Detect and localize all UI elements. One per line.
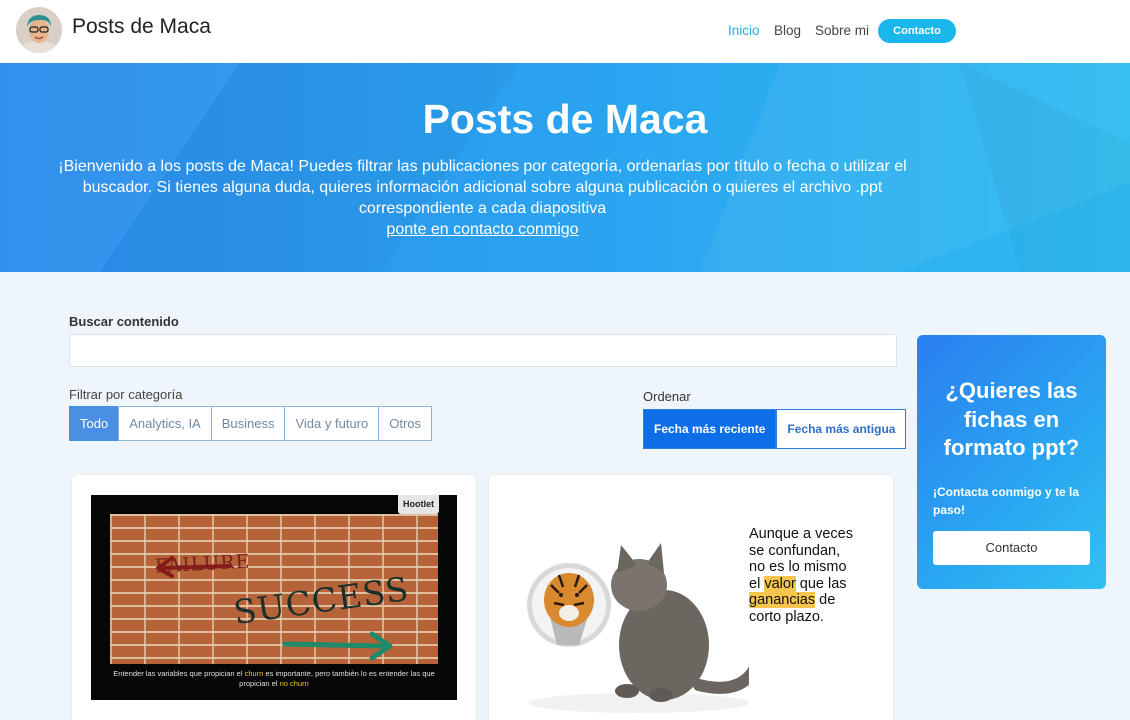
caption-highlight-churn: churn bbox=[244, 669, 264, 678]
avatar[interactable] bbox=[16, 7, 62, 53]
post-image-quote: Aunque a veces se confundan, no es lo mi… bbox=[749, 526, 853, 625]
post-image-failure-success[interactable]: FAILURE SUCCESS Hootlet Entender las var… bbox=[91, 495, 457, 700]
quote-text: el bbox=[749, 575, 765, 592]
post-card[interactable]: Aunque a veces se confundan, no es lo mi… bbox=[489, 475, 893, 720]
search-label: Buscar contenido bbox=[69, 314, 179, 329]
hero-banner: Posts de Maca ¡Bienvenido a los posts de… bbox=[0, 63, 1130, 272]
filter-business[interactable]: Business bbox=[210, 406, 286, 441]
caption-highlight-no-churn: no churn bbox=[279, 679, 309, 688]
sort-newest-button[interactable]: Fecha más reciente bbox=[643, 409, 777, 449]
quote-highlight-valor: valor bbox=[764, 575, 796, 592]
site-brand[interactable]: Posts de Maca bbox=[72, 15, 211, 39]
sort-toggle: Fecha más reciente Fecha más antigua bbox=[643, 409, 907, 449]
cta-title: ¿Quieres las fichas en formato ppt? bbox=[943, 378, 1080, 460]
quote-text: de bbox=[815, 592, 836, 608]
navbar: Posts de Maca Inicio Blog Sobre mi Conta… bbox=[0, 0, 1130, 63]
kitten-mirror-illustration bbox=[527, 543, 749, 713]
hero-title: Posts de Maca bbox=[422, 96, 708, 142]
cta-contact-button[interactable]: Contacto bbox=[933, 531, 1090, 565]
hootlet-badge[interactable]: Hootlet bbox=[398, 495, 439, 514]
quote-line: ganancias de bbox=[749, 592, 853, 609]
nav-contact-button[interactable]: Contacto bbox=[878, 19, 956, 43]
post-card[interactable]: FAILURE SUCCESS Hootlet Entender las var… bbox=[72, 475, 476, 720]
sort-label: Ordenar bbox=[643, 389, 691, 404]
post-image-caption: Entender las variables que propician el … bbox=[101, 669, 447, 689]
hero-contact-link[interactable]: ponte en contacto conmigo bbox=[386, 221, 578, 238]
filter-label: Filtrar por categoría bbox=[69, 387, 183, 402]
filter-analytics-ia[interactable]: Analytics, IA bbox=[118, 406, 212, 441]
quote-highlight-ganancias: ganancias bbox=[749, 592, 816, 608]
search-input[interactable] bbox=[69, 334, 897, 367]
quote-line: no es lo mismo bbox=[749, 559, 847, 575]
caption-text-2: es importante, pero también lo es entend… bbox=[239, 669, 435, 688]
cta-subtitle: ¡Contacta conmigo y te la paso! bbox=[933, 485, 1080, 517]
filter-otros[interactable]: Otros bbox=[378, 406, 433, 441]
nav-link-sobre-mi[interactable]: Sobre mi bbox=[815, 23, 869, 38]
caption-text-1: Entender las variables que propician el bbox=[113, 669, 245, 678]
quote-text: que las bbox=[795, 575, 847, 592]
hero-description-text: ¡Bienvenido a los posts de Maca! Puedes … bbox=[58, 158, 907, 217]
filter-vida-y-futuro[interactable]: Vida y futuro bbox=[284, 406, 380, 441]
hero-description: ¡Bienvenido a los posts de Maca! Puedes … bbox=[40, 156, 925, 240]
nav-link-inicio[interactable]: Inicio bbox=[728, 23, 760, 38]
nav-link-blog[interactable]: Blog bbox=[774, 23, 801, 38]
quote-line: el valor que las bbox=[749, 575, 853, 593]
sort-oldest-button[interactable]: Fecha más antigua bbox=[776, 409, 907, 449]
filter-todo[interactable]: Todo bbox=[69, 406, 120, 441]
quote-line: corto plazo. bbox=[749, 608, 824, 625]
quote-line: se confundan, bbox=[749, 542, 841, 559]
ppt-cta-panel: ¿Quieres las fichas en formato ppt? ¡Con… bbox=[917, 335, 1106, 589]
category-filter: Todo Analytics, IA Business Vida y futur… bbox=[69, 406, 433, 441]
quote-line: Aunque a veces bbox=[749, 526, 853, 542]
post-image-kitten-tiger[interactable]: Aunque a veces se confundan, no es lo mi… bbox=[509, 495, 879, 720]
